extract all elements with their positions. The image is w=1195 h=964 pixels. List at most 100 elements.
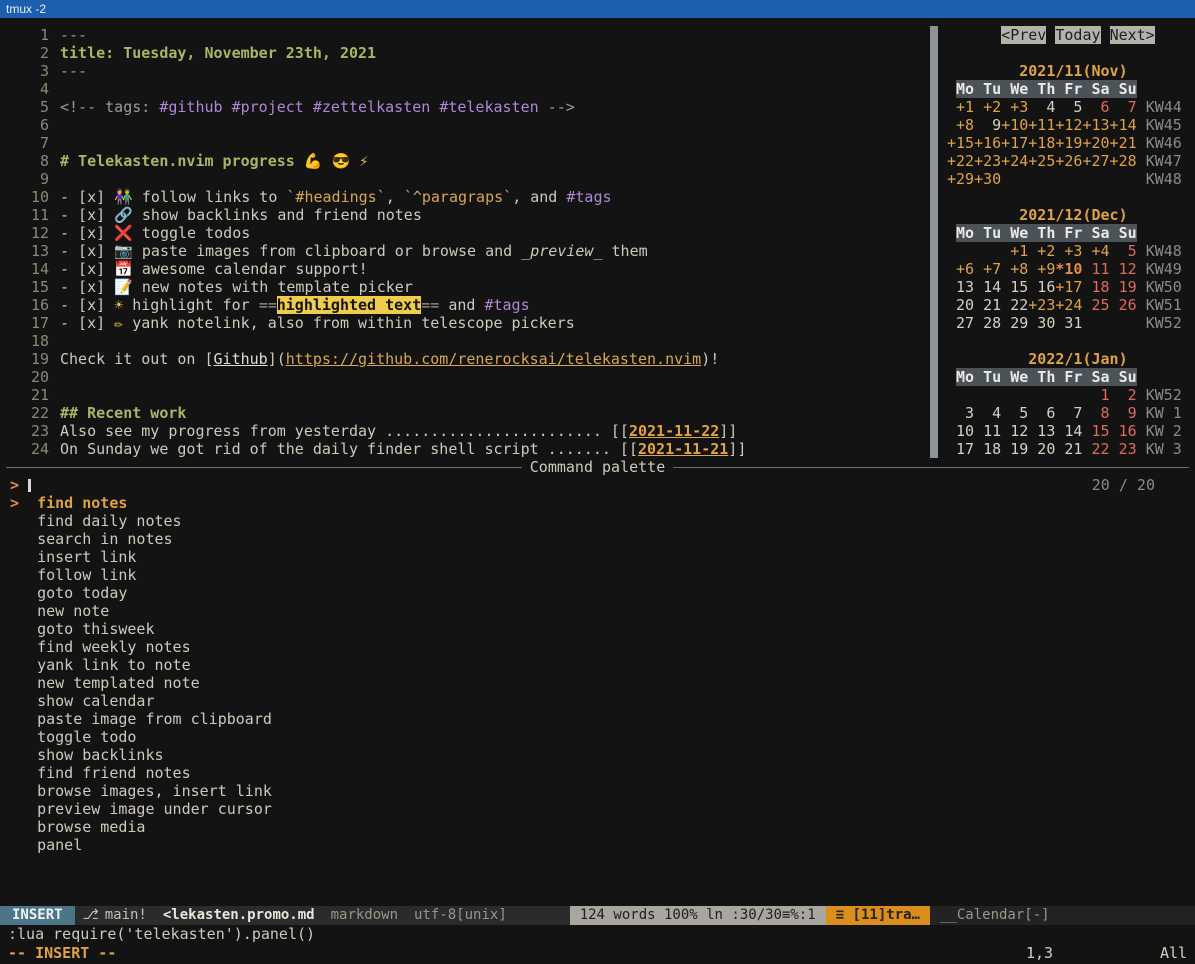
editor-pane[interactable]: 1---2title: Tuesday, November 23th, 2021… [0,18,930,458]
line-number: 6 [0,116,49,134]
tag-link[interactable]: #tags [566,188,611,206]
calendar-day-linked[interactable]: +22+23+24+25+26+27+28 [947,152,1137,170]
date-wikilink[interactable]: 2021-11-21 [638,440,728,458]
text-span: [[ [611,422,629,440]
palette-item[interactable]: show backlinks [0,746,1195,764]
editor-line: 3--- [0,62,930,80]
calendar-row: <Prev Today Next> [947,26,1195,44]
palette-item[interactable]: toggle todo [0,728,1195,746]
calendar-week-number: KW51 [1146,296,1182,314]
calendar-day[interactable]: 17 18 19 20 21 [947,440,1082,458]
palette-item[interactable]: panel [0,836,1195,854]
palette-item[interactable]: goto today [0,584,1195,602]
calendar-nav-button[interactable]: Today [1055,26,1100,44]
editor-line: 8# Telekasten.nvim progress 💪 😎 ⚡ [0,152,930,170]
date-wikilink[interactable]: 2021-11-22 [629,422,719,440]
calendar-day-weekend[interactable]: 25 26 [1082,296,1136,314]
calendar-day[interactable]: 10 11 12 13 14 [947,422,1082,440]
calendar-day[interactable]: 27 28 29 30 31 [947,314,1082,332]
spacer-span [1137,278,1146,296]
calendar-day-weekend[interactable]: 22 23 [1082,440,1136,458]
calendar-day[interactable]: 13 14 15 16 [947,278,1055,296]
calendar-day[interactable]: 20 21 22 [947,296,1028,314]
calendar-row: 2021/12(Dec) [947,206,1195,224]
line-number: 22 [0,404,49,422]
tag-link[interactable]: #project [232,98,304,116]
palette-item[interactable]: find weekly notes [0,638,1195,656]
palette-title: Command palette [530,458,665,476]
palette-item[interactable]: browse images, insert link [0,782,1195,800]
calendar-nav-button[interactable]: Next> [1110,26,1155,44]
palette-item[interactable]: browse media [0,818,1195,836]
calendar-day-linked[interactable]: +17 [1055,278,1082,296]
git-branch[interactable]: ⎇main! [75,906,155,925]
palette-item[interactable]: yank link to note [0,656,1195,674]
palette-item[interactable]: find friend notes [0,764,1195,782]
palette-item[interactable]: search in notes [0,530,1195,548]
palette-item[interactable]: find daily notes [0,512,1195,530]
calendar-day-weekend[interactable]: 8 9 [1082,404,1136,422]
calendar-weekday-header: Mo Tu We Th Fr Sa Su [956,80,1137,98]
tag-link[interactable]: #zettelkasten [313,98,430,116]
url-link[interactable]: https://github.com/renerocksai/telekaste… [286,350,701,368]
tag-link[interactable]: #telekasten [439,98,538,116]
line-number: 10 [0,188,49,206]
separator-line [6,467,522,468]
calendar-pane[interactable]: <Prev Today Next> 2021/11(Nov) Mo Tu We … [938,18,1195,458]
calendar-row: 17 18 19 20 21 22 23 KW 3 [947,440,1195,458]
calendar-row: +1 +2 +3 4 5 6 7 KW44 [947,98,1195,116]
calendar-day-linked[interactable]: +8 [947,116,974,134]
line-number: 5 [0,98,49,116]
palette-item[interactable]: new templated note [0,674,1195,692]
calendar-day-linked[interactable]: +23+24 [1028,296,1082,314]
window-separator[interactable] [930,26,938,458]
palette-item[interactable]: follow link [0,566,1195,584]
calendar-day-weekend[interactable]: 15 16 [1082,422,1136,440]
palette-item[interactable]: preview image under cursor [0,800,1195,818]
palette-item-selected[interactable]: > find notes [0,494,1195,512]
text-span [430,98,439,116]
palette-item[interactable]: new note [0,602,1195,620]
calendar-day-linked[interactable]: +10+11+12+13+14 [1001,116,1136,134]
palette-item[interactable]: goto thisweek [0,620,1195,638]
calendar-day-today[interactable]: *10 [1055,260,1082,278]
calendar-day-linked[interactable]: +1 +2 +3 +4 [1001,242,1109,260]
calendar-day-weekend[interactable]: 5 [1110,242,1137,260]
palette-prompt-input[interactable]: > 20 / 20 [0,476,1195,494]
calendar-day[interactable]: 3 4 5 6 7 [947,404,1082,422]
palette-item[interactable]: paste image from clipboard [0,710,1195,728]
calendar-day-linked[interactable]: +1 +2 +3 [947,98,1028,116]
editor-line: 15- [x] 📝 new notes with template picker [0,278,930,296]
text-span: toggle todos [142,224,250,242]
calendar-day-weekend[interactable]: 11 12 [1082,260,1136,278]
calendar-statusline: __Calendar[-] [930,906,1195,925]
command-line[interactable]: :lua require('telekasten').panel() [0,925,1195,943]
calendar-day-weekend[interactable]: 6 7 [1082,98,1136,116]
spacer-span [1137,152,1146,170]
message-line: -- INSERT -- 1,3 All [0,943,1195,964]
tag-link[interactable]: #tags [484,296,529,314]
editor-line: 17- [x] ✏ yank notelink, also from withi… [0,314,930,332]
spacer-span [947,26,1001,44]
calendar-day-linked[interactable]: +6 +7 +8 +9 [947,260,1055,278]
spacer-span [1137,440,1146,458]
palette-item[interactable]: insert link [0,548,1195,566]
calendar-nav-button[interactable]: <Prev [1001,26,1046,44]
calendar-day-linked[interactable]: +15+16+17+18+19+20+21 [947,134,1137,152]
calendar-row: +29+30 KW48 [947,170,1195,188]
calendar-day[interactable]: 4 5 [1028,98,1082,116]
mode-indicator: INSERT [0,906,75,925]
line-number: 14 [0,260,49,278]
tag-link[interactable]: #github [159,98,222,116]
github-link[interactable]: Github [214,350,268,368]
calendar-day[interactable]: 9 [974,116,1001,134]
line-number: 21 [0,386,49,404]
calendar-week-number: KW46 [1146,134,1182,152]
calendar-day-weekend[interactable]: 18 19 [1082,278,1136,296]
editor-statusline: INSERT ⎇main! <lekasten.promo.md markdow… [0,906,930,925]
calendar-day-weekend[interactable]: 1 2 [1082,386,1136,404]
editor-line: 21 [0,386,930,404]
calendar-day-linked[interactable]: +29+30 [947,170,1001,188]
palette-item[interactable]: show calendar [0,692,1195,710]
line-number: 7 [0,134,49,152]
